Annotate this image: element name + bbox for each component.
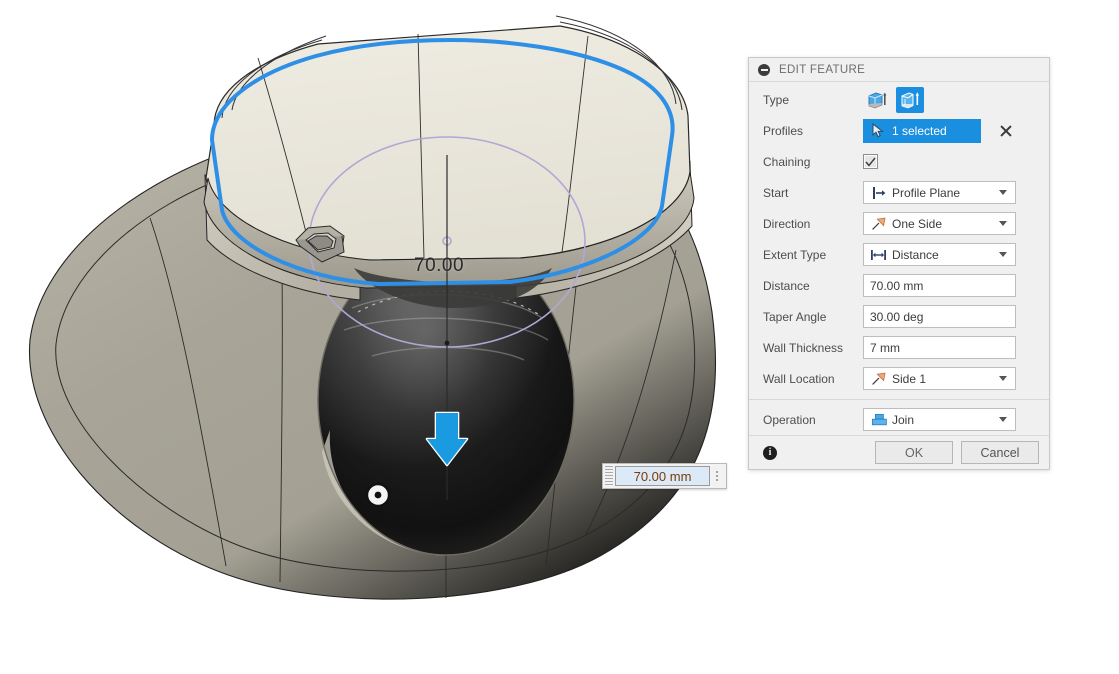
axis-midpoint (444, 340, 450, 346)
chevron-down-icon[interactable] (999, 190, 1007, 195)
row-start: Start Profile Plane (749, 177, 1049, 208)
row-extent-type: Extent Type Distance (749, 239, 1049, 270)
distance-input[interactable]: 70.00 mm (863, 274, 1016, 297)
row-wall-thickness: Wall Thickness 7 mm (749, 332, 1049, 363)
app-window: 70.00 70.00 mm EDIT FEATURE Type Profile… (0, 0, 1119, 674)
dialog-footer: i OK Cancel (749, 435, 1049, 469)
operation-value: Join (892, 412, 915, 427)
extrude-solid-icon[interactable] (863, 87, 891, 113)
label-start: Start (763, 185, 789, 200)
start-value: Profile Plane (892, 185, 961, 200)
row-distance: Distance 70.00 mm (749, 270, 1049, 301)
dialog-body: Type Profiles 1 selected Chaining Start … (749, 82, 1049, 435)
extent-type-dropdown[interactable]: Distance (863, 243, 1016, 266)
profiles-selected-count: 1 selected (892, 123, 947, 138)
row-taper-angle: Taper Angle 30.00 deg (749, 301, 1049, 332)
ok-button[interactable]: OK (875, 441, 953, 464)
row-direction: Direction One Side (749, 208, 1049, 239)
wall-thickness-input[interactable]: 7 mm (863, 336, 1016, 359)
operation-dropdown[interactable]: Join (863, 408, 1016, 431)
clear-x-icon[interactable] (998, 123, 1014, 139)
row-wall-location: Wall Location Side 1 (749, 363, 1049, 394)
label-wall-location: Wall Location (763, 371, 835, 386)
direction-dropdown[interactable]: One Side (863, 212, 1016, 235)
taper-angle-value: 30.00 deg (870, 309, 924, 324)
drag-handle-dot-icon[interactable] (365, 482, 391, 508)
label-chaining: Chaining (763, 154, 811, 169)
floating-distance-value[interactable]: 70.00 mm (615, 466, 710, 486)
extrude-thin-icon[interactable] (896, 86, 924, 113)
row-profiles: Profiles 1 selected (749, 115, 1049, 146)
extrude-dimension-label: 70.00 (414, 255, 465, 276)
chevron-down-icon[interactable] (999, 376, 1007, 381)
label-type: Type (763, 92, 790, 107)
taper-angle-input[interactable]: 30.00 deg (863, 305, 1016, 328)
extent-type-value: Distance (892, 247, 939, 262)
profiles-selection-button[interactable]: 1 selected (863, 118, 981, 143)
row-type: Type (749, 84, 1049, 115)
label-extent-type: Extent Type (763, 247, 827, 262)
collapse-minus-icon[interactable] (758, 63, 770, 76)
prism-top-face (205, 25, 691, 261)
edit-feature-dialog[interactable]: EDIT FEATURE Type Profiles 1 selected Ch… (748, 57, 1050, 470)
side-one-arrow-icon (869, 371, 889, 387)
start-dropdown[interactable]: Profile Plane (863, 181, 1016, 204)
dialog-title: EDIT FEATURE (779, 63, 866, 76)
profile-plane-icon (869, 185, 889, 201)
direction-value: One Side (892, 216, 943, 231)
label-direction: Direction (763, 216, 811, 231)
chevron-down-icon[interactable] (999, 221, 1007, 226)
chevron-down-icon[interactable] (999, 417, 1007, 422)
distance-value: 70.00 mm (870, 278, 924, 293)
wall-location-dropdown[interactable]: Side 1 (863, 367, 1016, 390)
chaining-checkbox[interactable] (863, 154, 878, 169)
checkmark-icon (865, 157, 876, 166)
drag-grip-icon[interactable] (605, 466, 613, 486)
wall-thickness-value: 7 mm (870, 340, 900, 355)
label-taper-angle: Taper Angle (763, 309, 827, 324)
select-cursor-icon (872, 123, 884, 138)
dialog-header[interactable]: EDIT FEATURE (749, 58, 1049, 82)
cancel-button[interactable]: Cancel (961, 441, 1039, 464)
wall-location-value: Side 1 (892, 371, 927, 386)
row-operation: Operation Join (749, 404, 1049, 435)
chevron-down-icon[interactable] (999, 252, 1007, 257)
join-operation-icon (869, 412, 889, 428)
label-distance: Distance (763, 278, 810, 293)
floating-distance-input[interactable]: 70.00 mm (602, 463, 727, 489)
row-chaining: Chaining (749, 146, 1049, 177)
distance-measure-icon (869, 247, 889, 263)
section-divider (749, 399, 1049, 400)
label-profiles: Profiles (763, 123, 804, 138)
info-icon[interactable]: i (763, 445, 777, 460)
label-wall-thickness: Wall Thickness (763, 340, 844, 355)
kebab-menu-icon[interactable] (710, 466, 724, 486)
label-operation: Operation (763, 412, 816, 427)
one-side-arrow-icon (869, 216, 889, 232)
